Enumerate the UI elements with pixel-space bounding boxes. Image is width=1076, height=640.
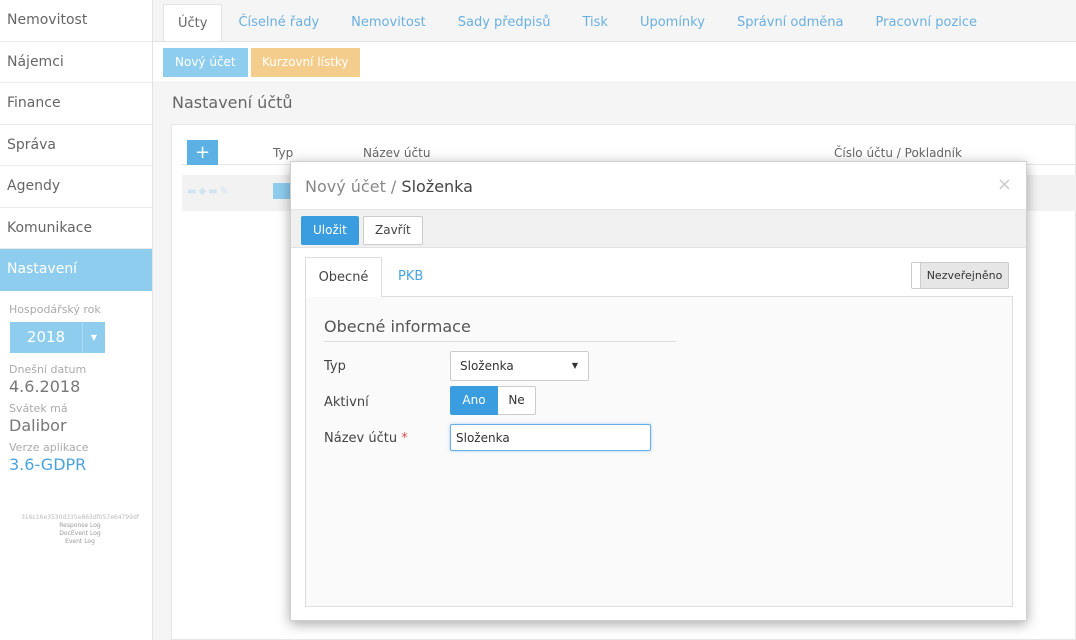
sidebar-item-agendy[interactable]: Agendy bbox=[0, 166, 152, 208]
sidebar-info: Hospodářský rok 2018 ▼ Dnešní datum 4.6.… bbox=[0, 291, 152, 546]
tab-upominky[interactable]: Upomínky bbox=[624, 4, 721, 42]
column-header-number[interactable]: Číslo účtu / Pokladník bbox=[834, 146, 962, 160]
docevent-log-link[interactable]: DocEvent Log bbox=[0, 530, 160, 538]
fiscal-year-select[interactable]: 2018 ▼ bbox=[10, 321, 152, 353]
sidebar-item-nastaveni[interactable]: Nastavení bbox=[0, 249, 152, 291]
account-name-input[interactable] bbox=[450, 424, 651, 451]
section-divider bbox=[324, 341, 676, 342]
version-label: Verze aplikace bbox=[9, 440, 89, 454]
account-name-label-text: Název účtu bbox=[324, 431, 398, 446]
chevron-down-icon[interactable]: ▼ bbox=[82, 321, 105, 353]
dialog-toolbar: Uložit Zavřít bbox=[291, 210, 1026, 248]
tab-pkb[interactable]: PKB bbox=[398, 257, 423, 297]
sidebar-item-najemci[interactable]: Nájemci bbox=[0, 42, 152, 83]
sidebar-item-finance[interactable]: Finance bbox=[0, 83, 152, 125]
sidebar: Nemovitost Nájemci Finance Správa Agendy… bbox=[0, 0, 153, 640]
exchange-rates-button[interactable]: Kurzovní lístky bbox=[251, 48, 360, 77]
tab-nemovitost[interactable]: Nemovitost bbox=[335, 4, 442, 42]
toolbar: Nový účet Kurzovní lístky bbox=[153, 41, 1076, 81]
type-select[interactable]: Složenka ▼ bbox=[450, 351, 589, 381]
event-log-link[interactable]: Event Log bbox=[0, 538, 160, 546]
build-hash: 316c16e3530d335e863df057e64799df bbox=[21, 513, 139, 521]
column-header-type[interactable]: Typ bbox=[273, 146, 293, 160]
close-button[interactable]: Zavřít bbox=[363, 216, 423, 245]
fiscal-year-label: Hospodářský rok bbox=[9, 302, 101, 316]
new-account-dialog: Nový účet / Složenka × Uložit Zavřít Obe… bbox=[290, 161, 1027, 621]
settings-tabs: Účty Číselné řady Nemovitost Sady předpi… bbox=[163, 4, 993, 42]
tab-sady-predpisu[interactable]: Sady předpisů bbox=[442, 4, 567, 42]
today-label: Dnešní datum bbox=[9, 362, 87, 376]
debug-links: 316c16e3530d335e863df057e64799df Respons… bbox=[0, 514, 160, 546]
required-marker: * bbox=[401, 431, 408, 446]
sidebar-item-sprava[interactable]: Správa bbox=[0, 125, 152, 166]
dialog-title-name: Složenka bbox=[401, 177, 473, 196]
dialog-header: Nový účet / Složenka × bbox=[291, 162, 1026, 210]
chevron-down-icon: ▼ bbox=[571, 361, 578, 370]
tab-ucty[interactable]: Účty bbox=[163, 4, 223, 42]
sidebar-item-nemovitost[interactable]: Nemovitost bbox=[0, 0, 152, 42]
dialog-title-prefix: Nový účet / bbox=[305, 177, 402, 196]
type-select-value: Složenka bbox=[460, 359, 514, 373]
publish-toggle[interactable]: Nezveřejněno bbox=[911, 262, 1009, 289]
save-button[interactable]: Uložit bbox=[301, 216, 359, 245]
active-switch: Ano Ne bbox=[450, 386, 536, 415]
tab-pracovni-pozice[interactable]: Pracovní pozice bbox=[860, 4, 994, 42]
active-yes-button[interactable]: Ano bbox=[450, 386, 498, 415]
fiscal-year-button[interactable]: 2018 bbox=[10, 321, 82, 353]
toggle-knob[interactable] bbox=[912, 263, 921, 288]
tab-tisk[interactable]: Tisk bbox=[566, 4, 623, 42]
version-link[interactable]: 3.6-GDPR bbox=[9, 455, 152, 474]
dialog-tabs: Obecné PKB bbox=[305, 257, 1013, 298]
row-action-icons[interactable]: ▬◆▬✎ bbox=[187, 186, 230, 197]
today-value: 4.6.2018 bbox=[9, 376, 81, 396]
page-title: Nastavení účtů bbox=[172, 93, 293, 112]
column-header-name[interactable]: Název účtu bbox=[363, 146, 430, 160]
tab-ciselne-rady[interactable]: Číselné řady bbox=[222, 4, 335, 42]
close-icon[interactable]: × bbox=[997, 174, 1012, 195]
add-account-button[interactable]: + bbox=[187, 140, 218, 165]
account-name-label: Název účtu * bbox=[324, 431, 408, 446]
nameday-value: Dalibor bbox=[9, 415, 67, 435]
publish-toggle-label: Nezveřejněno bbox=[921, 263, 1008, 288]
general-tab-panel: Obecné informace Typ Složenka ▼ Aktivní … bbox=[305, 297, 1013, 607]
nameday-label: Svátek má bbox=[9, 401, 68, 415]
response-log-link[interactable]: Response Log bbox=[0, 522, 160, 530]
tab-spravni-odmena[interactable]: Správní odměna bbox=[721, 4, 860, 42]
sidebar-item-komunikace[interactable]: Komunikace bbox=[0, 208, 152, 249]
section-title: Obecné informace bbox=[324, 317, 471, 336]
new-account-button[interactable]: Nový účet bbox=[163, 48, 248, 77]
type-label: Typ bbox=[324, 359, 346, 374]
active-no-button[interactable]: Ne bbox=[498, 386, 536, 415]
active-label: Aktivní bbox=[324, 395, 369, 410]
tab-obecne[interactable]: Obecné bbox=[305, 257, 382, 298]
